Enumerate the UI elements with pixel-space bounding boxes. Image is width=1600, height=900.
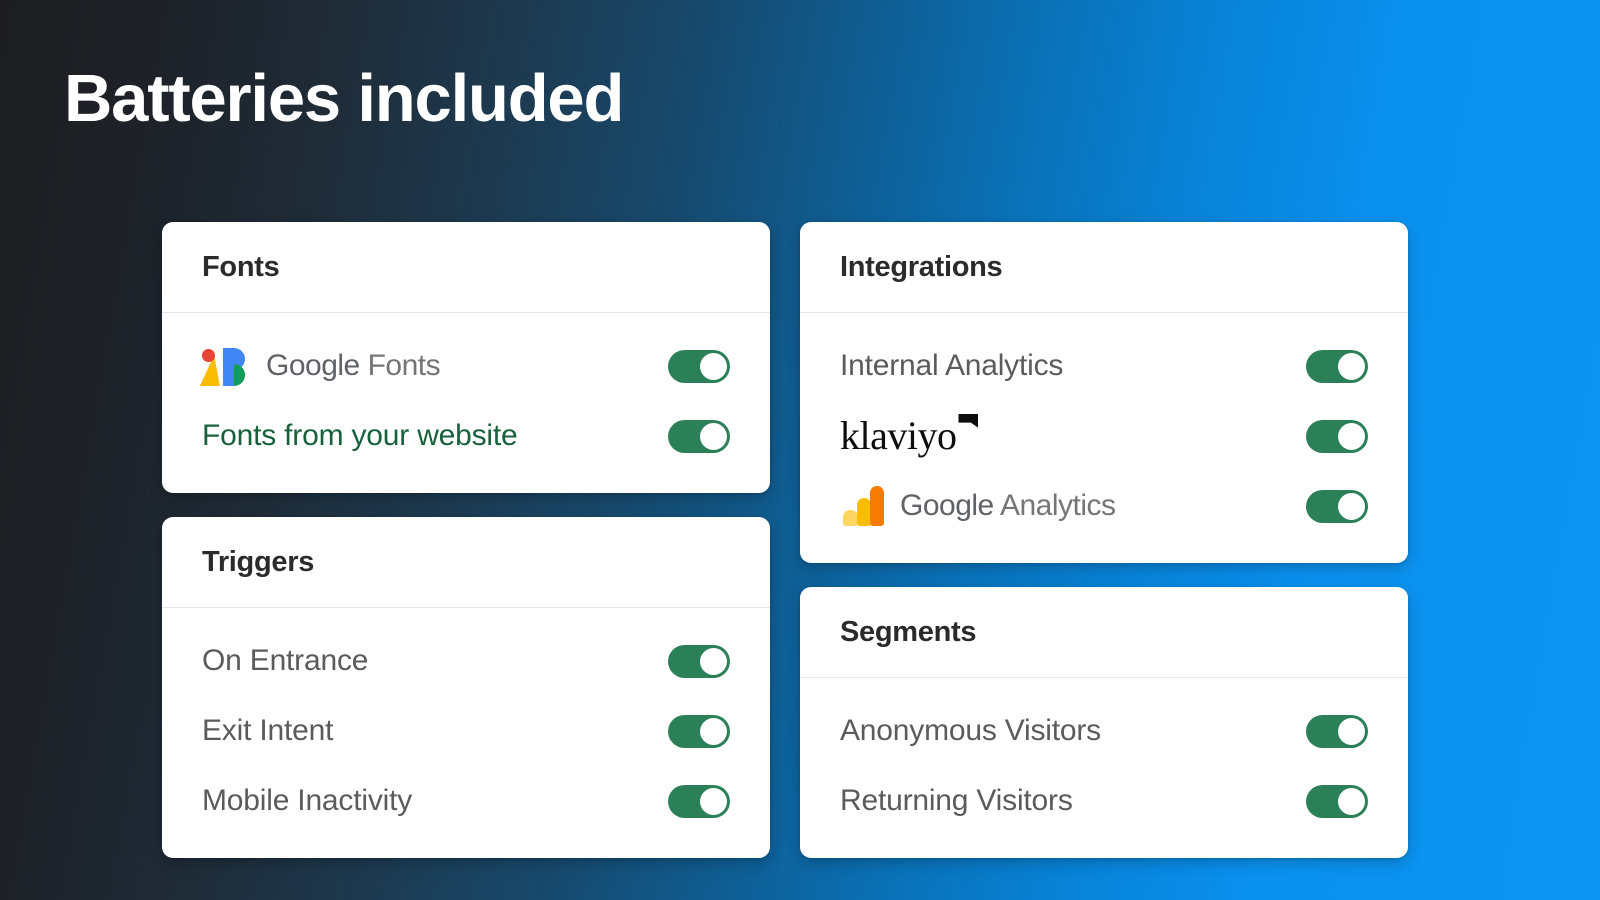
card-fonts-body: Google Fonts Fonts from your website	[162, 313, 770, 493]
toggle-knob	[700, 717, 727, 745]
row-google-fonts[interactable]: Google Fonts	[199, 331, 730, 401]
toggle-knob	[700, 787, 727, 815]
card-integrations-header: Integrations	[800, 222, 1408, 313]
card-integrations-title: Integrations	[840, 250, 1003, 283]
row-google-analytics-label: Google Analytics	[840, 486, 1116, 526]
row-mobile-inactivity[interactable]: Mobile Inactivity	[202, 766, 730, 836]
google-fonts-word-1: Google	[266, 349, 360, 382]
card-triggers: Triggers On Entrance Exit Intent Mobile …	[162, 517, 770, 858]
toggle-knob	[1338, 492, 1365, 520]
card-segments-title: Segments	[840, 615, 977, 648]
row-returning-visitors-label: Returning Visitors	[840, 784, 1073, 817]
toggle-mobile-inactivity[interactable]	[668, 784, 730, 818]
google-analytics-icon	[840, 486, 884, 526]
toggle-knob	[700, 352, 727, 380]
google-analytics-word-1: Google	[900, 489, 994, 522]
row-mobile-inactivity-label: Mobile Inactivity	[202, 784, 413, 817]
card-segments: Segments Anonymous Visitors Returning Vi…	[800, 587, 1408, 858]
card-segments-header: Segments	[800, 587, 1408, 678]
toggle-anonymous-visitors[interactable]	[1306, 714, 1368, 748]
card-segments-body: Anonymous Visitors Returning Visitors	[800, 678, 1408, 858]
toggle-fonts-from-website[interactable]	[668, 419, 730, 453]
klaviyo-icon: klaviyo	[840, 413, 979, 458]
google-analytics-wordmark: Google Analytics	[900, 489, 1116, 523]
row-klaviyo[interactable]: klaviyo	[840, 401, 1368, 471]
toggle-google-fonts[interactable]	[668, 349, 730, 383]
google-fonts-word-2: Fonts	[367, 349, 441, 382]
toggle-knob	[1338, 352, 1365, 380]
card-integrations: Integrations Internal Analytics klaviyo	[800, 222, 1408, 563]
card-triggers-title: Triggers	[202, 545, 315, 578]
row-internal-analytics-label: Internal Analytics	[840, 349, 1064, 382]
toggle-knob	[700, 422, 727, 450]
card-fonts: Fonts Google Fonts Fonts from your websi…	[162, 222, 770, 493]
klaviyo-wordmark: klaviyo	[840, 413, 957, 458]
toggle-knob	[700, 647, 727, 675]
row-returning-visitors[interactable]: Returning Visitors	[840, 766, 1368, 836]
row-exit-intent[interactable]: Exit Intent	[202, 696, 730, 766]
row-google-analytics[interactable]: Google Analytics	[840, 471, 1368, 541]
toggle-google-analytics[interactable]	[1306, 489, 1368, 523]
row-fonts-from-website[interactable]: Fonts from your website	[202, 401, 730, 471]
toggle-on-entrance[interactable]	[668, 644, 730, 678]
row-on-entrance-label: On Entrance	[202, 644, 369, 677]
toggle-klaviyo[interactable]	[1306, 419, 1368, 453]
row-on-entrance[interactable]: On Entrance	[202, 626, 730, 696]
google-fonts-icon	[199, 346, 248, 386]
row-klaviyo-label: klaviyo	[840, 413, 979, 458]
toggle-exit-intent[interactable]	[668, 714, 730, 748]
toggle-knob	[1338, 422, 1365, 450]
toggle-returning-visitors[interactable]	[1306, 784, 1368, 818]
card-triggers-body: On Entrance Exit Intent Mobile Inactivit…	[162, 608, 770, 858]
card-fonts-header: Fonts	[162, 222, 770, 313]
row-google-fonts-label: Google Fonts	[199, 346, 441, 386]
feature-cards-board: Fonts Google Fonts Fonts from your websi…	[162, 222, 1408, 860]
card-fonts-title: Fonts	[202, 250, 280, 283]
card-integrations-body: Internal Analytics klaviyo Google Analyt…	[800, 313, 1408, 563]
google-fonts-wordmark: Google Fonts	[266, 349, 441, 383]
row-anonymous-visitors-label: Anonymous Visitors	[840, 714, 1101, 747]
row-anonymous-visitors[interactable]: Anonymous Visitors	[840, 696, 1368, 766]
klaviyo-flag-icon	[958, 414, 979, 428]
row-exit-intent-label: Exit Intent	[202, 714, 334, 747]
toggle-knob	[1338, 717, 1365, 745]
row-fonts-from-website-label: Fonts from your website	[202, 419, 518, 452]
card-triggers-header: Triggers	[162, 517, 770, 608]
google-analytics-word-2: Analytics	[999, 489, 1116, 522]
toggle-knob	[1338, 787, 1365, 815]
page-title: Batteries included	[64, 61, 624, 136]
row-internal-analytics[interactable]: Internal Analytics	[840, 331, 1368, 401]
toggle-internal-analytics[interactable]	[1306, 349, 1368, 383]
